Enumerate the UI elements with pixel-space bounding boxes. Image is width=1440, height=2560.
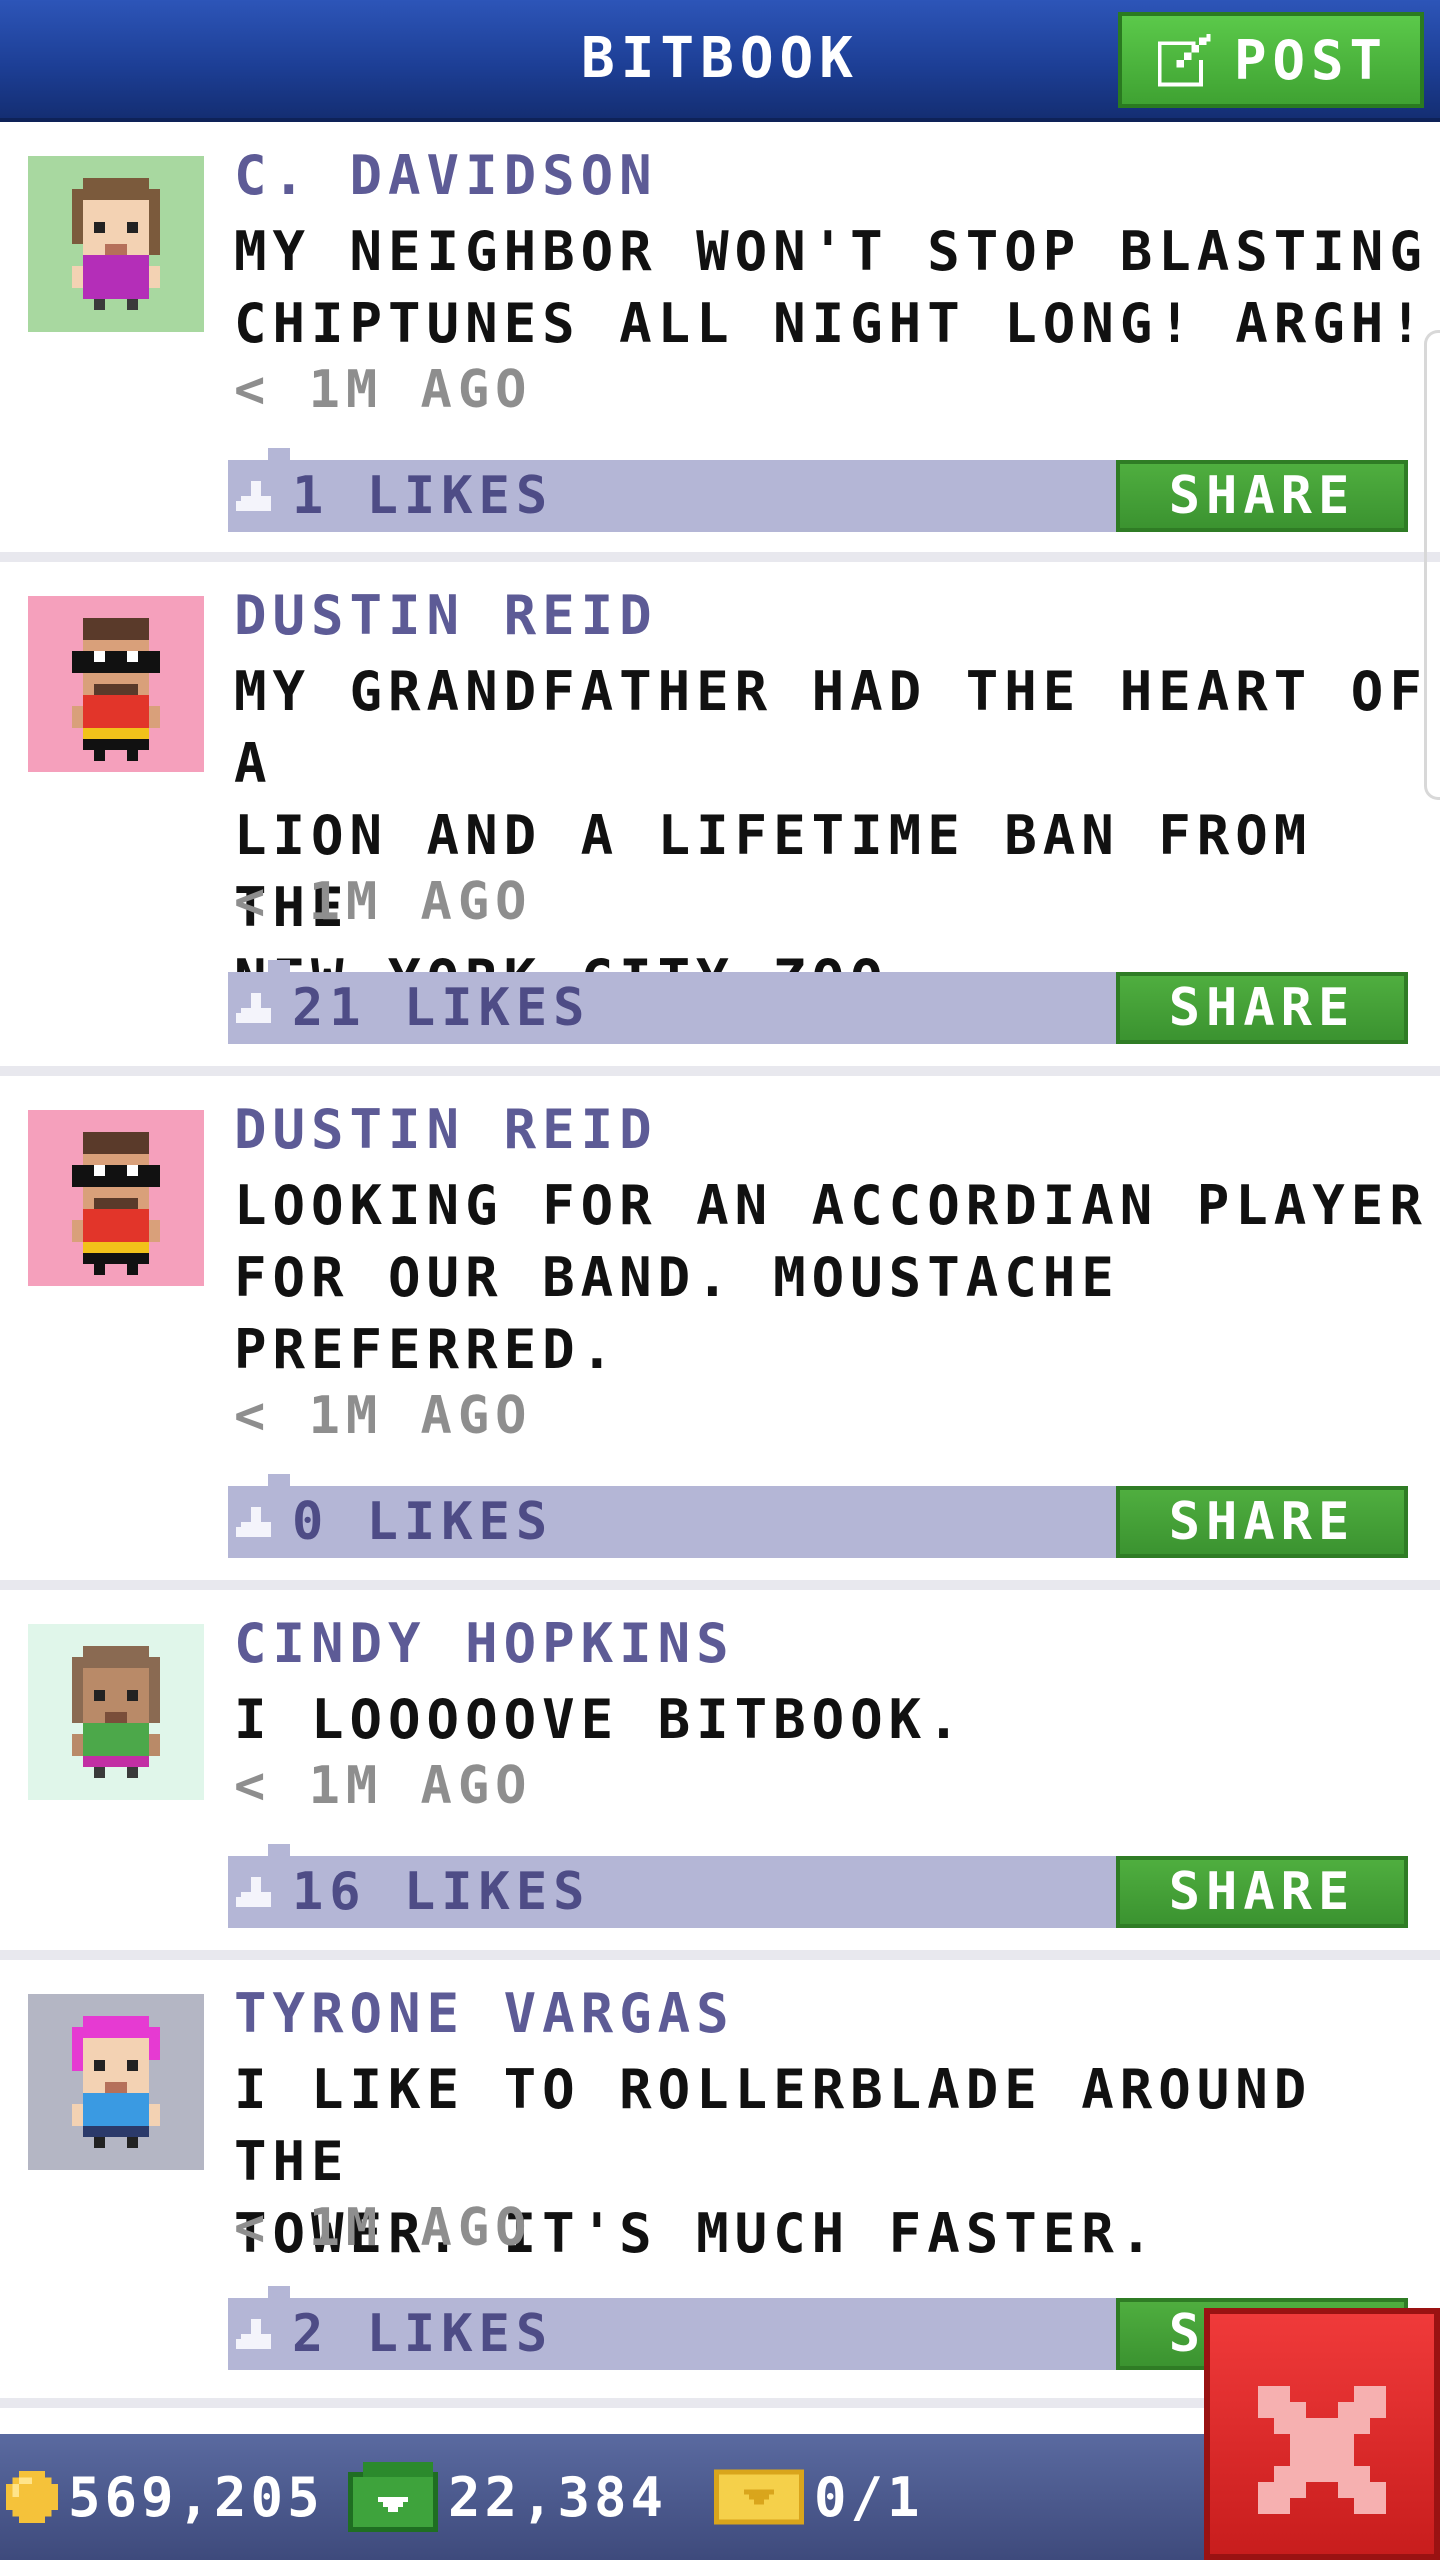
share-button[interactable]: SHARE <box>1116 1856 1408 1928</box>
post-time: < 1M AGO <box>234 2198 533 2258</box>
edit-icon <box>1157 33 1211 87</box>
post-time: < 1M AGO <box>234 1386 533 1446</box>
like-count: 1 LIKES <box>292 466 554 526</box>
bux-icon <box>348 2462 438 2532</box>
app-header: BITBOOK POST <box>0 0 1440 122</box>
post-divider <box>0 552 1440 562</box>
like-button[interactable]: 16 LIKES <box>236 1856 590 1928</box>
bitbook-screen: BITBOOK POST C. DAVIDSON MY NEIGHBOR WON… <box>0 0 1440 2560</box>
post-author[interactable]: CINDY HOPKINS <box>234 1612 735 1675</box>
close-icon <box>1258 2386 1386 2514</box>
post: DUSTIN REID MY GRANDFATHER HAD THE HEART… <box>0 562 1440 1066</box>
tickets-stat: 0/1 <box>714 2434 924 2560</box>
post-button-label: POST <box>1233 28 1389 92</box>
post-divider <box>0 1066 1440 1076</box>
post: DUSTIN REID LOOKING FOR AN ACCORDIAN PLA… <box>0 1076 1440 1580</box>
thumbs-up-icon <box>236 993 271 1023</box>
thumbs-up-icon <box>236 481 271 511</box>
avatar <box>28 1110 204 1286</box>
like-count: 0 LIKES <box>292 1492 554 1552</box>
post-author[interactable]: DUSTIN REID <box>234 584 658 647</box>
thumbs-up-icon <box>236 2319 271 2349</box>
post-message: MY NEIGHBOR WON'T STOP BLASTING CHIPTUNE… <box>234 220 1428 355</box>
coins-stat: 569,205 <box>6 2434 324 2560</box>
post-author[interactable]: DUSTIN REID <box>234 1098 658 1161</box>
like-button[interactable]: 0 LIKES <box>236 1486 553 1558</box>
avatar <box>28 596 204 772</box>
avatar <box>28 1994 204 2170</box>
post-time: < 1M AGO <box>234 872 533 932</box>
post: C. DAVIDSON MY NEIGHBOR WON'T STOP BLAST… <box>0 122 1440 552</box>
thumbs-up-icon <box>236 1507 271 1537</box>
thumbs-up-icon <box>236 1877 271 1907</box>
bux-value: 22,384 <box>448 2465 668 2529</box>
post-message: MY GRANDFATHER HAD THE HEART OF A LION A… <box>234 660 1428 1011</box>
like-count: 21 LIKES <box>292 978 591 1038</box>
like-count: 2 LIKES <box>292 2304 554 2364</box>
post-author[interactable]: C. DAVIDSON <box>234 144 658 207</box>
post: CINDY HOPKINS I LOOOOOVE BITBOOK. < 1M A… <box>0 1590 1440 1950</box>
like-button[interactable]: 21 LIKES <box>236 972 590 1044</box>
like-button[interactable]: 1 LIKES <box>236 460 553 532</box>
share-button[interactable]: SHARE <box>1116 972 1408 1044</box>
tickets-value: 0/1 <box>814 2465 924 2529</box>
avatar <box>28 156 204 332</box>
like-button[interactable]: 2 LIKES <box>236 2298 553 2370</box>
like-bar: 16 LIKES SHARE <box>228 1844 1408 1928</box>
ticket-icon <box>714 2469 804 2525</box>
post-button[interactable]: POST <box>1118 12 1424 108</box>
post-divider <box>0 1950 1440 1960</box>
like-bar: 21 LIKES SHARE <box>228 960 1408 1044</box>
post-time: < 1M AGO <box>234 1756 533 1816</box>
scroll-indicator[interactable] <box>1424 330 1440 800</box>
like-bar: 0 LIKES SHARE <box>228 1474 1408 1558</box>
post-time: < 1M AGO <box>234 360 533 420</box>
like-bar: 1 LIKES SHARE <box>228 448 1408 532</box>
post-message: I LOOOOOVE BITBOOK. <box>234 1688 966 1751</box>
avatar <box>28 1624 204 1800</box>
coins-value: 569,205 <box>68 2465 324 2529</box>
bux-stat: 22,384 <box>348 2434 667 2560</box>
like-count: 16 LIKES <box>292 1862 591 1922</box>
post-message: LOOKING FOR AN ACCORDIAN PLAYER FOR OUR … <box>234 1174 1428 1381</box>
post-author[interactable]: TYRONE VARGAS <box>234 1982 735 2045</box>
post-divider <box>0 1580 1440 1590</box>
share-button[interactable]: SHARE <box>1116 1486 1408 1558</box>
close-button[interactable] <box>1204 2308 1440 2560</box>
share-button[interactable]: SHARE <box>1116 460 1408 532</box>
coin-icon <box>6 2471 58 2523</box>
